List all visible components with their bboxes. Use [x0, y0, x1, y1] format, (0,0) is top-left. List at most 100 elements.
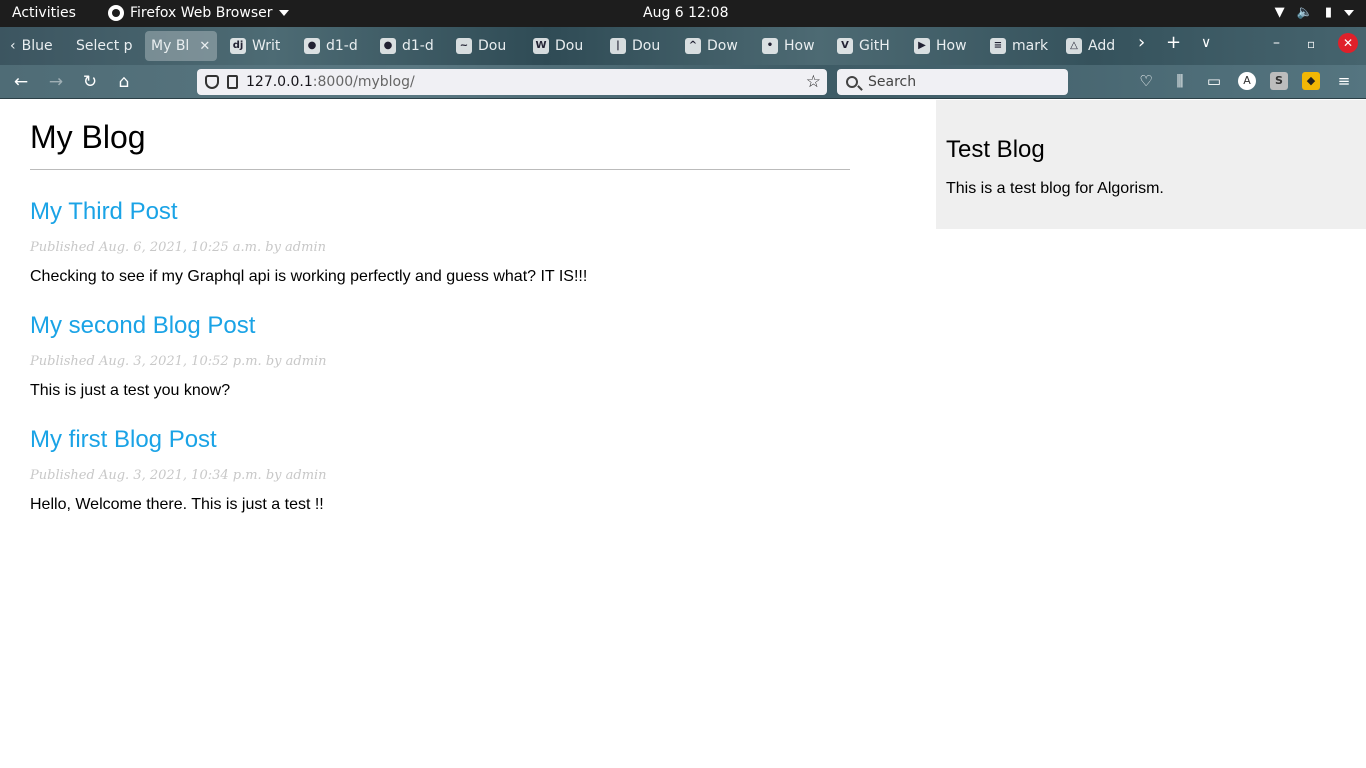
activities-button[interactable]: Activities: [12, 5, 76, 21]
post-title-link[interactable]: My Third Post: [30, 198, 178, 226]
tab-label: Dou: [478, 38, 507, 54]
tab[interactable]: ‹ Blue: [4, 31, 66, 61]
post-meta: Published Aug. 3, 2021, 10:52 p.m. by ad…: [30, 354, 327, 369]
tab[interactable]: ^ Dow: [679, 31, 749, 61]
page-content: My Blog My Third Post Published Aug. 6, …: [0, 100, 1366, 768]
tab-label: My Bl: [151, 38, 190, 54]
post-title-link[interactable]: My second Blog Post: [30, 312, 255, 340]
close-icon[interactable]: ✕: [199, 39, 210, 54]
tab-label: d1-d: [326, 38, 358, 54]
drive-icon: △: [1066, 38, 1082, 54]
stackoverflow-icon: ≡: [990, 38, 1006, 54]
tab[interactable]: ● d1-d: [374, 31, 442, 61]
play-icon: ▶: [914, 38, 930, 54]
search-placeholder: Search: [868, 74, 917, 90]
dot-icon: •: [762, 38, 778, 54]
maximize-icon[interactable]: ▫: [1307, 37, 1315, 51]
tab[interactable]: ≡ mark: [984, 31, 1054, 61]
post: My second Blog Post Published Aug. 3, 20…: [30, 312, 850, 400]
github-icon: ●: [304, 38, 320, 54]
clock[interactable]: Aug 6 12:08: [643, 5, 729, 21]
toolbar-buttons: ♡ ⫼ ▭ A S ◆ ≡: [1136, 72, 1354, 90]
url-host: 127.0.0.1: [246, 74, 313, 90]
tab-label: How: [936, 38, 967, 54]
tab-strip: ‹ Blue Select p My Bl ✕ dj Writ ● d1-d ●…: [0, 27, 1366, 65]
navigation-toolbar: ← → ↻ ⌂ 127.0.0.1 :8000/myblog/ ☆ Search…: [0, 65, 1366, 99]
tab-label: Add: [1088, 38, 1116, 54]
url-bar[interactable]: 127.0.0.1 :8000/myblog/ ☆: [197, 69, 827, 95]
back-icon[interactable]: ←: [10, 71, 32, 93]
tab[interactable]: • How: [756, 31, 826, 61]
tab-label: How: [784, 38, 815, 54]
candle-icon: |: [610, 38, 626, 54]
new-tab-icon[interactable]: +: [1166, 32, 1181, 53]
extension-icon[interactable]: ◆: [1302, 72, 1320, 90]
forward-icon[interactable]: →: [45, 71, 67, 93]
tab[interactable]: | Dou: [604, 31, 674, 61]
sidebar-icon[interactable]: ▭: [1204, 72, 1224, 90]
app-menu-label: Firefox Web Browser: [130, 5, 273, 21]
tab-label: Blue: [21, 38, 53, 54]
search-input[interactable]: Search: [837, 69, 1068, 95]
tab[interactable]: ~ Dou: [450, 31, 520, 61]
library-icon[interactable]: ⫼: [1170, 72, 1190, 90]
scroll-tabs-right-icon[interactable]: ›: [1138, 32, 1145, 53]
tab-label: Dou: [555, 38, 584, 54]
tab-label: GitH: [859, 38, 890, 54]
system-tray[interactable]: ▼ 🔈 ▮: [1275, 5, 1354, 20]
sidebar-title: Test Blog: [946, 136, 1045, 163]
chevron-left-icon: ‹: [10, 38, 16, 54]
squiggle-icon: ~: [456, 38, 472, 54]
tab[interactable]: W Dou: [527, 31, 597, 61]
blog-title: My Blog: [30, 119, 850, 170]
bookmark-star-icon[interactable]: ☆: [806, 72, 821, 92]
tab-label: Select p: [76, 38, 133, 54]
graduation-icon: ^: [685, 38, 701, 54]
wifi-icon: ▼: [1274, 5, 1285, 20]
tab-label: Writ: [252, 38, 281, 54]
blog-sidebar: Test Blog This is a test blog for Algori…: [936, 100, 1366, 229]
tab-label: d1-d: [402, 38, 434, 54]
pocket-icon[interactable]: ♡: [1136, 72, 1156, 90]
tab[interactable]: ● d1-d: [298, 31, 368, 61]
post-title-link[interactable]: My first Blog Post: [30, 426, 217, 454]
sidebar-text: This is a test blog for Algorism.: [946, 180, 1164, 197]
django-icon: dj: [230, 38, 246, 54]
account-icon[interactable]: A: [1238, 72, 1256, 90]
tab-label: mark: [1012, 38, 1048, 54]
post-meta: Published Aug. 6, 2021, 10:25 a.m. by ad…: [30, 240, 326, 255]
app-menu[interactable]: Firefox Web Browser: [108, 5, 289, 21]
page-info-icon[interactable]: [227, 75, 238, 89]
tab-active[interactable]: My Bl ✕: [145, 31, 217, 61]
post-meta: Published Aug. 3, 2021, 10:34 p.m. by ad…: [30, 468, 327, 483]
firefox-icon: [108, 5, 124, 21]
extension-icon[interactable]: S: [1270, 72, 1288, 90]
system-top-bar: Activities Firefox Web Browser Aug 6 12:…: [0, 0, 1366, 27]
post: My first Blog Post Published Aug. 3, 202…: [30, 426, 850, 514]
tab[interactable]: △ Add: [1060, 31, 1130, 61]
search-icon: [846, 76, 858, 88]
github-icon: ●: [380, 38, 396, 54]
chevron-down-icon: [1344, 9, 1354, 16]
close-window-icon[interactable]: ✕: [1338, 33, 1358, 53]
wordpress-icon: W: [533, 38, 549, 54]
post-body: Checking to see if my Graphql api is wor…: [30, 268, 588, 285]
tracking-shield-icon[interactable]: [205, 75, 219, 89]
volume-icon: 🔈: [1296, 5, 1313, 20]
tab[interactable]: ▶ How: [908, 31, 978, 61]
tab[interactable]: dj Writ: [224, 31, 292, 61]
tab[interactable]: Select p: [70, 31, 140, 61]
post-body: This is just a test you know?: [30, 382, 231, 399]
home-icon[interactable]: ⌂: [113, 71, 135, 93]
battery-icon: ▮: [1324, 5, 1332, 20]
list-tabs-icon[interactable]: ∨: [1201, 35, 1211, 51]
blog-main: My Blog My Third Post Published Aug. 6, …: [30, 100, 850, 514]
chevron-down-icon: [278, 10, 289, 16]
hamburger-menu-icon[interactable]: ≡: [1334, 72, 1354, 90]
reload-icon[interactable]: ↻: [79, 71, 101, 93]
url-path: :8000/myblog/: [312, 74, 415, 90]
post: My Third Post Published Aug. 6, 2021, 10…: [30, 198, 850, 286]
tab[interactable]: V GitH: [831, 31, 901, 61]
minimize-icon[interactable]: –: [1273, 35, 1280, 51]
tab-label: Dow: [707, 38, 738, 54]
